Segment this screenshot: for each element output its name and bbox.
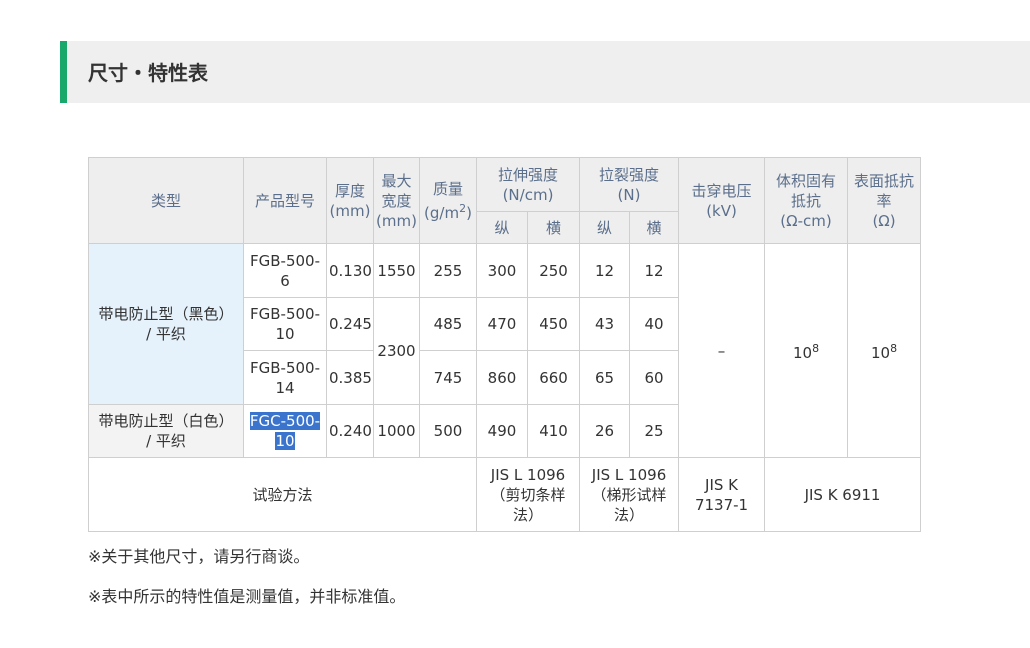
tear-longitudinal-cell: 12 — [579, 243, 631, 298]
thickness-cell: 0.240 — [326, 404, 374, 458]
header-surface-resistivity: 表面抵抗 率 (Ω) — [847, 157, 922, 244]
mass-cell: 745 — [419, 350, 477, 405]
thickness-cell: 0.245 — [326, 297, 374, 351]
tear-transverse-cell: 60 — [629, 350, 680, 405]
model-cell: FGB-500- 14 — [243, 350, 327, 405]
header-mass: 质量 (g/m2) — [419, 157, 477, 244]
tensile-longitudinal-cell: 470 — [476, 297, 528, 351]
section-header: 尺寸・特性表 — [60, 41, 1030, 103]
thickness-cell: 0.385 — [326, 350, 374, 405]
tear-transverse-cell: 25 — [629, 404, 680, 458]
tensile-transverse-cell: 660 — [526, 350, 581, 405]
group-white-plain: 带电防止型（白色） / 平织 — [88, 404, 244, 458]
test-method-label: 试验方法 — [88, 457, 477, 532]
test-method-breakdown: JIS K 7137-1 — [678, 457, 766, 532]
surface-resistivity-cell: 108 — [847, 243, 922, 458]
width-cell: 1000 — [373, 404, 420, 458]
tear-longitudinal-cell: 65 — [579, 350, 631, 405]
model-cell: FGB-500- 10 — [243, 297, 327, 351]
table-row: 带电防止型（黑色） / 平织 FGB-500- 6 0.130 1550 255… — [88, 243, 922, 458]
header-model: 产品型号 — [243, 157, 327, 244]
tensile-transverse-cell: 410 — [526, 404, 581, 458]
test-method-tensile: JIS L 1096 （剪切条样 法） — [475, 457, 581, 532]
width-cell: 2300 — [373, 297, 420, 405]
tear-longitudinal-cell: 43 — [579, 297, 631, 351]
group-black-plain: 带电防止型（黑色） / 平织 — [88, 243, 244, 405]
header-volume-resistivity: 体积固有 抵抗 (Ω-cm) — [764, 157, 849, 244]
tensile-longitudinal-cell: 860 — [476, 350, 528, 405]
section-accent-bar — [60, 41, 67, 103]
header-max-width: 最大 宽度 (mm) — [373, 157, 420, 244]
section-title: 尺寸・特性表 — [88, 61, 208, 85]
tensile-transverse-cell: 450 — [526, 297, 581, 351]
tear-transverse-cell: 40 — [629, 297, 680, 351]
tear-transverse-cell: 12 — [629, 243, 680, 298]
header-tensile-strength: 拉伸强度 (N/cm) — [475, 157, 581, 212]
tensile-longitudinal-cell: 490 — [476, 404, 528, 458]
model-cell-selected[interactable]: FGC-500- 10 — [243, 404, 327, 458]
header-tear-strength: 拉裂强度 (N) — [579, 157, 680, 212]
note-other-sizes: ※关于其他尺寸，请另行商谈。 — [88, 547, 310, 566]
test-method-tear: JIS L 1096 （梯形试样 法） — [579, 457, 680, 532]
model-cell: FGB-500- 6 — [243, 243, 327, 298]
header-breakdown-voltage: 击穿电压 (kV) — [678, 157, 766, 244]
mass-cell: 500 — [419, 404, 477, 458]
width-cell: 1550 — [373, 243, 420, 298]
mass-cell: 255 — [419, 243, 477, 298]
spec-table: 类型 产品型号 厚度 (mm) 最大 宽度 (mm) 质量 (g/m2) 拉伸强… — [88, 157, 922, 532]
breakdown-voltage-cell: – — [678, 243, 766, 458]
test-method-row: 试验方法 JIS L 1096 （剪切条样 法） JIS L 1096 （梯形试… — [88, 457, 922, 532]
header-row: 类型 产品型号 厚度 (mm) 最大 宽度 (mm) 质量 (g/m2) 拉伸强… — [88, 157, 922, 244]
subheader-tensile-longitudinal: 纵 — [476, 211, 528, 244]
subheader-tear-transverse: 横 — [629, 211, 680, 244]
tear-longitudinal-cell: 26 — [579, 404, 631, 458]
note-measured-values: ※表中所示的特性值是测量值，并非标准值。 — [88, 587, 406, 606]
thickness-cell: 0.130 — [326, 243, 374, 298]
tensile-longitudinal-cell: 300 — [476, 243, 528, 298]
mass-cell: 485 — [419, 297, 477, 351]
subheader-tensile-transverse: 横 — [526, 211, 581, 244]
header-type: 类型 — [88, 157, 244, 244]
subheader-tear-longitudinal: 纵 — [579, 211, 631, 244]
header-thickness: 厚度 (mm) — [326, 157, 374, 244]
test-method-resistivity: JIS K 6911 — [764, 457, 922, 532]
tensile-transverse-cell: 250 — [526, 243, 581, 298]
volume-resistivity-cell: 108 — [764, 243, 849, 458]
